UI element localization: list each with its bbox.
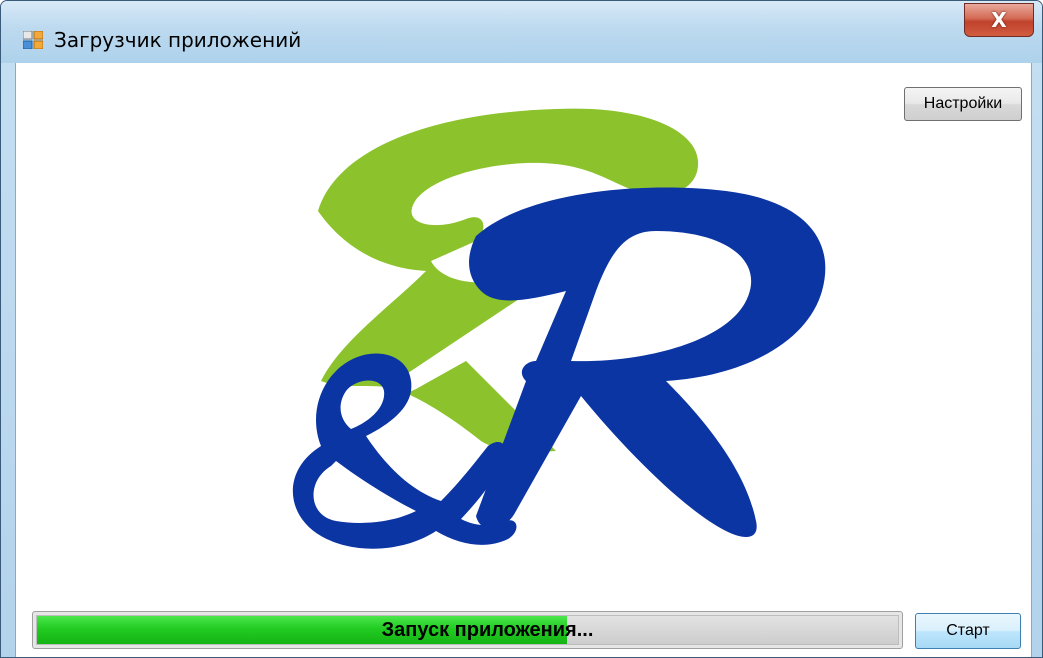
- app-window: Загрузчик приложений X Настройки Запуск …: [0, 0, 1043, 658]
- close-icon: X: [991, 8, 1007, 32]
- app-icon: [23, 31, 43, 49]
- progress-bar: Запуск приложения...: [32, 611, 903, 649]
- window-title: Загрузчик приложений: [54, 28, 302, 52]
- r-and-r-logo-icon: [292, 108, 826, 549]
- logo-blue-r: [469, 187, 826, 537]
- close-button[interactable]: X: [964, 3, 1034, 37]
- title-bar[interactable]: Загрузчик приложений X: [1, 1, 1042, 63]
- settings-button[interactable]: Настройки: [904, 87, 1022, 121]
- start-button[interactable]: Старт: [915, 613, 1021, 649]
- progress-status-text: Запуск приложения...: [381, 618, 594, 641]
- client-area: Настройки Запуск приложения... Старт: [15, 63, 1032, 657]
